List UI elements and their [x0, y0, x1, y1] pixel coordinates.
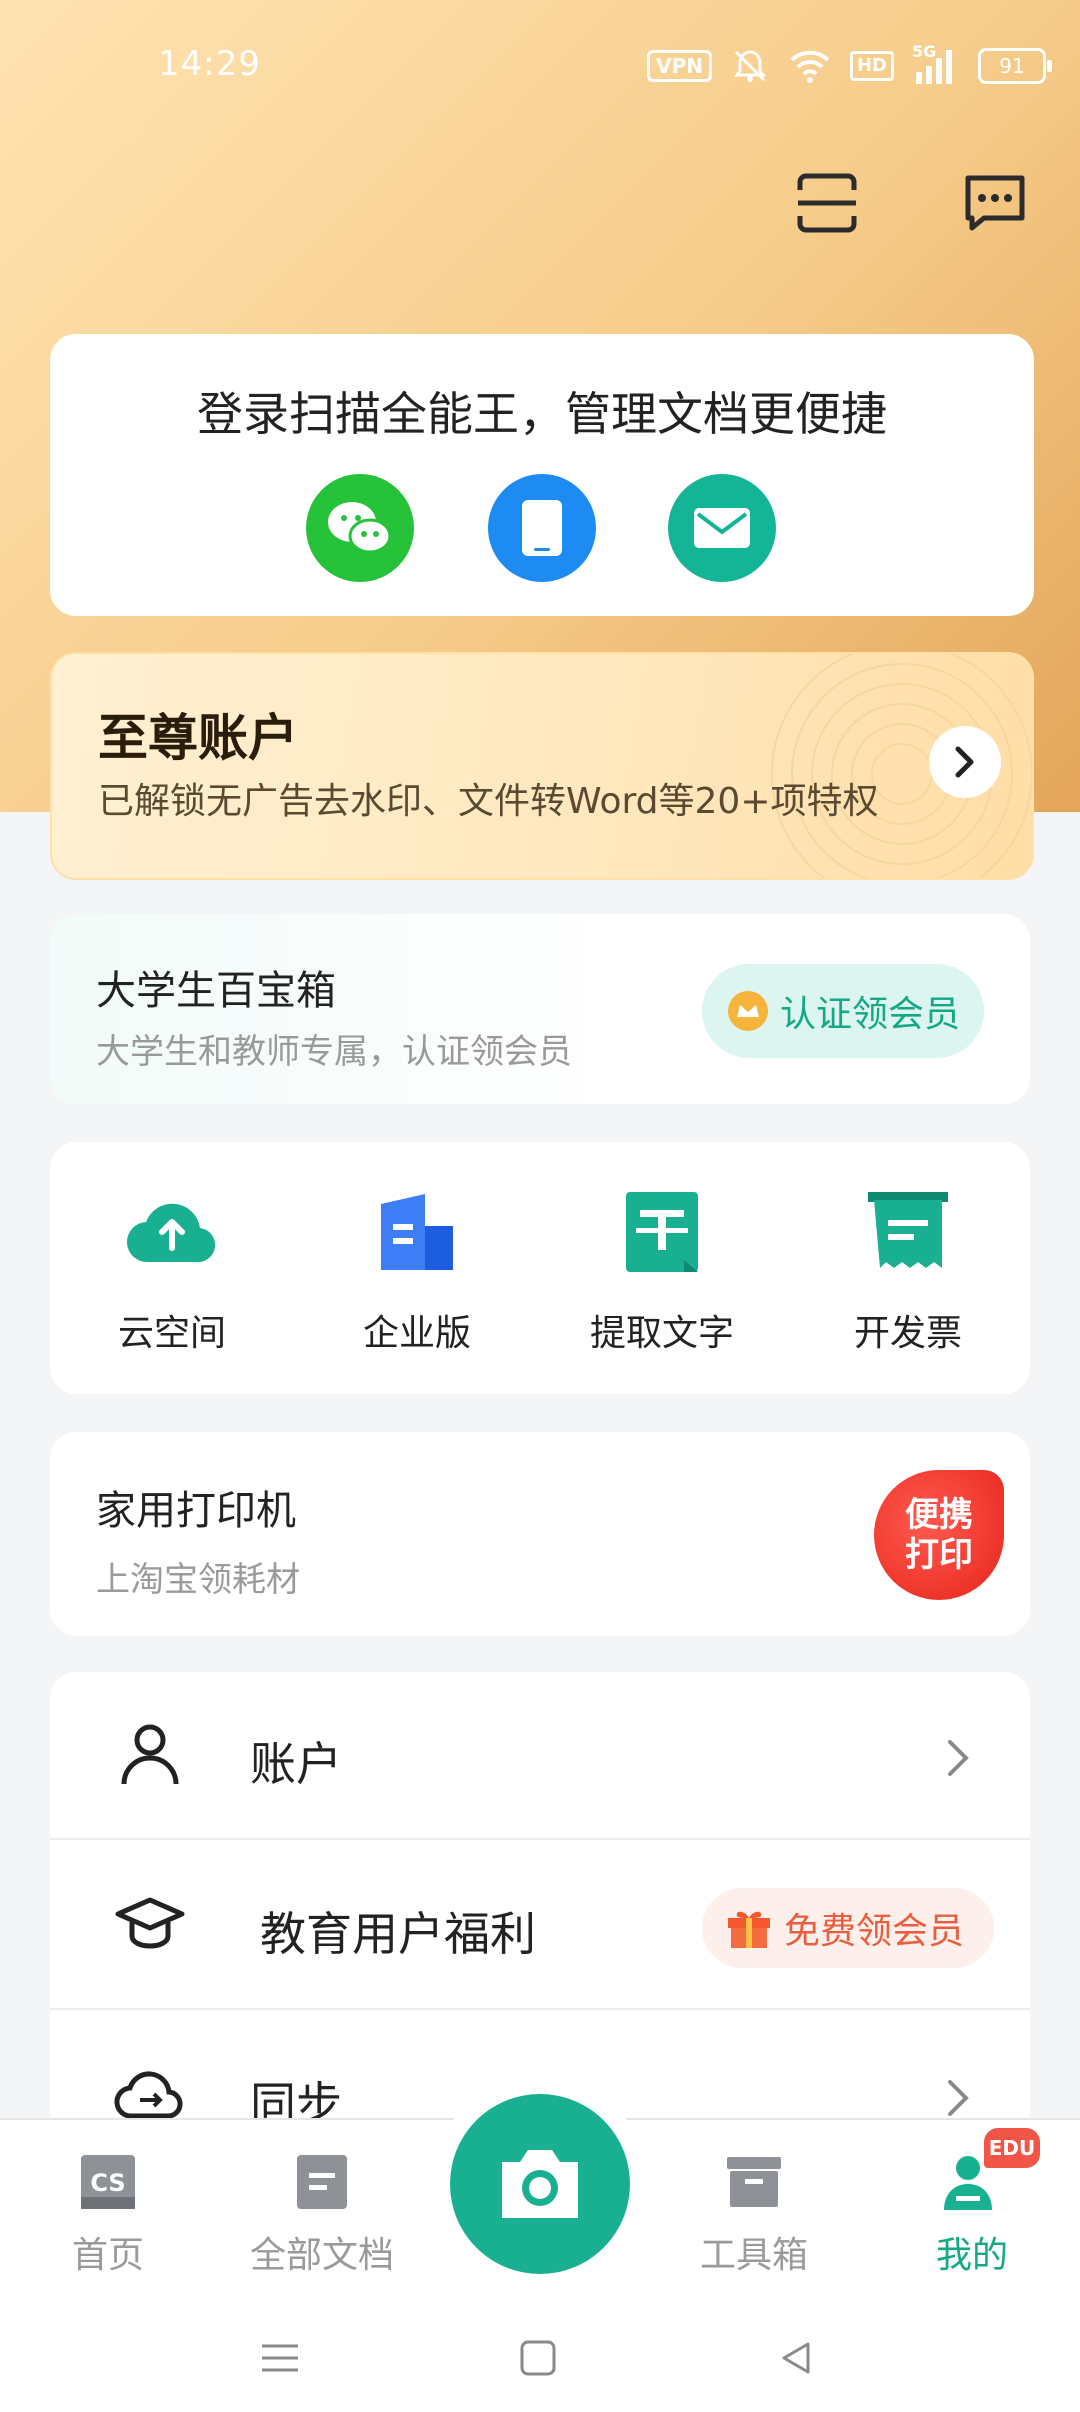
building-icon: [369, 1184, 465, 1280]
email-login-button[interactable]: [668, 474, 776, 582]
status-icons: VPN HD 5G 91: [647, 42, 1052, 86]
status-bar: 14:29 VPN HD 5G 91: [0, 0, 1080, 140]
chevron-right-icon: [948, 2080, 969, 2116]
wechat-login-button[interactable]: [306, 474, 414, 582]
settings-list: 账户 教育用户福利 免费领会员 同步: [50, 1672, 1030, 2132]
login-card: 登录扫描全能王，管理文档更便捷: [50, 334, 1034, 616]
badge-line-2: 打印: [905, 1535, 973, 1575]
list-item-edu-benefits[interactable]: 教育用户福利 免费领会员: [50, 1842, 1030, 2010]
tool-label: 开发票: [853, 1313, 962, 1354]
printer-title: 家用打印机: [96, 1488, 296, 1534]
edu-tag: EDU: [984, 2128, 1040, 2168]
scan-icon[interactable]: [792, 168, 862, 238]
tool-label: 提取文字: [589, 1313, 734, 1354]
hd-indicator: HD: [849, 51, 894, 81]
tab-label: 我的: [935, 2235, 1008, 2276]
invoice-icon: [860, 1184, 956, 1280]
home-printer-card[interactable]: 家用打印机 上淘宝领耗材 便携 打印: [50, 1432, 1030, 1636]
user-icon: [121, 1724, 179, 1785]
tab-mine[interactable]: 我的: [882, 2150, 1062, 2278]
chevron-right-icon: [955, 746, 974, 778]
tool-cloud-space[interactable]: 云空间: [72, 1184, 272, 1356]
tool-label: 云空间: [117, 1313, 226, 1354]
premium-arrow-button[interactable]: [929, 726, 1001, 798]
battery-indicator: 91: [978, 48, 1052, 84]
phone-icon: [522, 500, 562, 556]
phone-login-button[interactable]: [488, 474, 596, 582]
free-membership-label: 免费领会员: [784, 1911, 965, 1952]
tool-invoice[interactable]: 开发票: [808, 1184, 1008, 1356]
badge-line-1: 便携: [905, 1495, 973, 1535]
divider: [50, 1838, 1030, 1840]
tab-label: 工具箱: [699, 2235, 808, 2276]
back-nav-icon[interactable]: [766, 2328, 826, 2388]
list-item-account[interactable]: 账户: [50, 1672, 1030, 1840]
verify-membership-button[interactable]: 认证领会员: [702, 964, 984, 1058]
free-membership-button[interactable]: 免费领会员: [702, 1888, 994, 1968]
system-nav-bar: [0, 2298, 1080, 2412]
document-icon: [290, 2150, 354, 2214]
status-time: 14:29: [158, 44, 261, 84]
camera-button[interactable]: [450, 2094, 630, 2274]
premium-account-card[interactable]: 至尊账户 已解锁无广告去水印、文件转Word等20+项特权: [50, 652, 1034, 880]
text-extract-icon: [614, 1184, 710, 1280]
divider: [50, 2008, 1030, 2010]
camera-icon: [502, 2150, 578, 2218]
cs-logo-icon: CS: [76, 2150, 140, 2214]
student-toolbox-card[interactable]: 大学生百宝箱 大学生和教师专属，认证领会员 认证领会员: [50, 914, 1030, 1104]
mute-bell-icon: [733, 50, 766, 82]
network-type: 5G: [912, 42, 937, 61]
chevron-right-icon: [948, 1740, 969, 1776]
cloud-upload-icon: [124, 1184, 220, 1280]
message-icon[interactable]: [960, 168, 1030, 238]
home-nav-icon[interactable]: [508, 2328, 568, 2388]
tab-home[interactable]: CS 首页: [18, 2150, 198, 2278]
mail-icon: [694, 508, 750, 548]
wechat-icon: [328, 502, 392, 554]
verify-membership-label: 认证领会员: [780, 994, 961, 1035]
premium-subtitle: 已解锁无广告去水印、文件转Word等20+项特权: [98, 781, 879, 822]
graduation-cap-icon: [115, 1897, 185, 1949]
student-toolbox-subtitle: 大学生和教师专属，认证领会员: [96, 1032, 572, 1072]
tab-label: 首页: [71, 2235, 144, 2276]
premium-title: 至尊账户: [98, 709, 298, 767]
list-item-label: 账户: [250, 1737, 342, 1791]
wifi-icon: [790, 50, 830, 83]
list-item-label: 教育用户福利: [260, 1907, 536, 1961]
printer-subtitle: 上淘宝领耗材: [96, 1560, 300, 1600]
portable-print-badge[interactable]: 便携 打印: [874, 1470, 1004, 1600]
gift-icon: [728, 1911, 770, 1948]
tool-label: 企业版: [362, 1313, 471, 1354]
tab-all-documents[interactable]: 全部文档: [232, 2150, 412, 2278]
svg-text:CS: CS: [90, 2169, 125, 2197]
signal-icon: 5G: [912, 42, 960, 84]
tab-label: 全部文档: [249, 2235, 394, 2276]
login-title: 登录扫描全能王，管理文档更便捷: [197, 387, 887, 441]
menu-icon[interactable]: [250, 2328, 310, 2388]
tab-toolbox[interactable]: 工具箱: [664, 2150, 844, 2278]
tool-extract-text[interactable]: 提取文字: [562, 1184, 762, 1356]
crown-badge-icon: [728, 991, 768, 1031]
quick-tools-card: 云空间 企业版 提取文字 开发票: [50, 1142, 1030, 1394]
student-toolbox-title: 大学生百宝箱: [96, 968, 336, 1014]
vpn-indicator: VPN: [647, 50, 712, 82]
toolbox-icon: [722, 2150, 786, 2214]
tool-enterprise[interactable]: 企业版: [317, 1184, 517, 1356]
